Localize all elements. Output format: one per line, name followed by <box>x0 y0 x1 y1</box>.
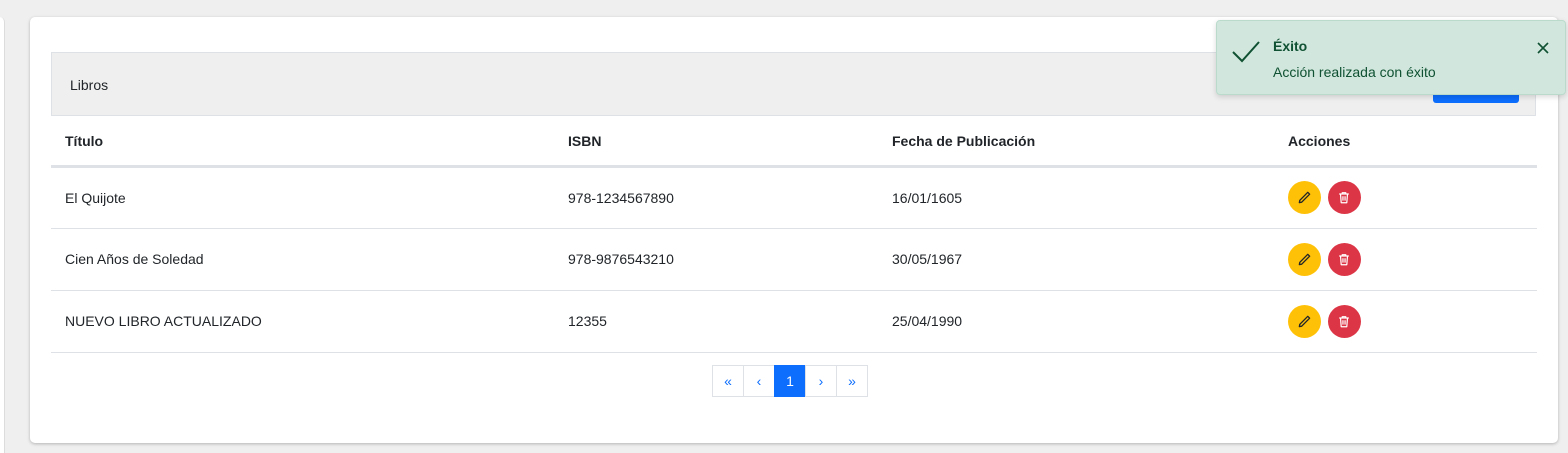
delete-button[interactable] <box>1327 242 1361 276</box>
page-1-button[interactable]: 1 <box>774 365 806 397</box>
cell-date: 16/01/1605 <box>878 166 1274 229</box>
edit-button[interactable] <box>1288 242 1321 276</box>
toast-close-button[interactable] <box>1535 41 1551 57</box>
side-panel-edge <box>0 17 5 453</box>
next-page-button[interactable]: › <box>805 365 837 397</box>
success-toast: Éxito Acción realizada con éxito <box>1216 20 1566 95</box>
table-row: El Quijote 978-1234567890 16/01/1605 <box>51 166 1537 229</box>
trash-icon <box>1339 192 1350 204</box>
cell-date: 25/04/1990 <box>878 290 1274 353</box>
last-page-button[interactable]: » <box>836 365 868 397</box>
cell-title: Cien Años de Soledad <box>51 228 554 291</box>
close-icon <box>1537 42 1549 54</box>
prev-page-button[interactable]: ‹ <box>743 365 775 397</box>
header-isbn[interactable]: ISBN <box>554 118 878 168</box>
header-publication-date[interactable]: Fecha de Publicación <box>878 118 1274 168</box>
cell-actions <box>1274 290 1537 353</box>
first-page-button[interactable]: « <box>712 365 744 397</box>
cell-isbn: 12355 <box>554 290 878 353</box>
header-title[interactable]: Título <box>51 118 554 168</box>
books-table: Título ISBN Fecha de Publicación Accione… <box>51 118 1537 353</box>
cell-isbn: 978-9876543210 <box>554 228 878 291</box>
cell-isbn: 978-1234567890 <box>554 166 878 229</box>
delete-button[interactable] <box>1327 304 1361 338</box>
table-row: NUEVO LIBRO ACTUALIZADO 12355 25/04/1990 <box>51 290 1537 353</box>
pencil-icon <box>1298 253 1311 265</box>
card-title: Libros <box>70 77 109 93</box>
header-actions: Acciones <box>1274 118 1537 168</box>
edit-button[interactable] <box>1288 181 1321 214</box>
cell-actions <box>1274 166 1537 229</box>
pencil-icon <box>1298 315 1311 327</box>
cell-date: 30/05/1967 <box>878 228 1274 291</box>
trash-icon <box>1339 315 1350 327</box>
cell-title: NUEVO LIBRO ACTUALIZADO <box>51 290 554 353</box>
table-header-row: Título ISBN Fecha de Publicación Accione… <box>51 118 1537 168</box>
check-icon <box>1232 41 1260 63</box>
delete-button[interactable] <box>1327 181 1361 214</box>
cell-actions <box>1274 228 1537 291</box>
pagination: « ‹ 1 › » <box>712 365 868 397</box>
pencil-icon <box>1298 191 1311 204</box>
trash-icon <box>1339 253 1350 265</box>
toast-message: Acción realizada con éxito <box>1273 64 1436 80</box>
cell-title: El Quijote <box>51 166 554 229</box>
table-row: Cien Años de Soledad 978-9876543210 30/0… <box>51 228 1537 291</box>
edit-button[interactable] <box>1288 304 1321 338</box>
toast-title: Éxito <box>1273 38 1308 54</box>
